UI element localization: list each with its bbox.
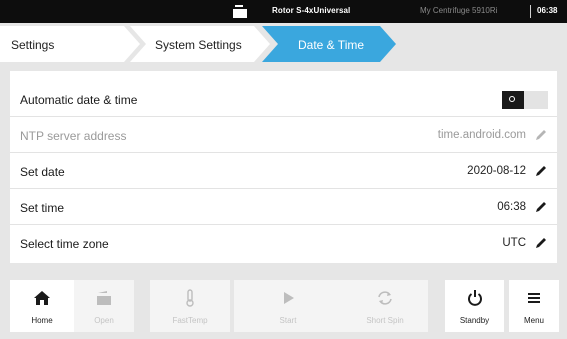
standby-label: Standby bbox=[459, 316, 490, 325]
status-divider bbox=[530, 5, 531, 18]
automatic-date-time-toggle[interactable] bbox=[502, 91, 548, 109]
set-time-label: Set time bbox=[20, 201, 65, 215]
home-label: Home bbox=[31, 316, 53, 325]
breadcrumb-date-time: Date & Time bbox=[298, 38, 365, 52]
edit-pencil-icon[interactable] bbox=[534, 164, 548, 178]
select-time-zone-label: Select time zone bbox=[20, 237, 109, 251]
open-label: Open bbox=[94, 316, 114, 325]
short-spin-label: Short Spin bbox=[366, 316, 404, 325]
breadcrumb: Settings System Settings Date & Time bbox=[0, 23, 567, 64]
open-button[interactable]: Open bbox=[74, 280, 134, 332]
bottom-toolbar: Home Open FastTemp Start Short Spin Stan… bbox=[0, 270, 567, 339]
lid-icon bbox=[233, 5, 247, 18]
menu-label: Menu bbox=[523, 316, 544, 325]
clock: 06:38 bbox=[537, 6, 558, 15]
refresh-icon bbox=[378, 291, 392, 305]
toggle-knob bbox=[502, 91, 524, 109]
lid-open-icon bbox=[97, 291, 111, 305]
automatic-date-time-row: Automatic date & time bbox=[10, 81, 557, 117]
fasttemp-button[interactable]: FastTemp bbox=[150, 280, 230, 332]
rotor-name: Rotor S-4xUniversal bbox=[272, 6, 351, 15]
automatic-date-time-label: Automatic date & time bbox=[20, 93, 138, 107]
status-bar: Rotor S-4xUniversal My Centrifuge 5910Ri… bbox=[0, 0, 567, 23]
breadcrumb-settings[interactable]: Settings bbox=[11, 38, 54, 52]
edit-pencil-icon[interactable] bbox=[534, 236, 548, 250]
date-time-settings-panel: Automatic date & time NTP server address… bbox=[10, 71, 557, 263]
home-icon bbox=[34, 291, 50, 305]
device-name: My Centrifuge 5910Ri bbox=[420, 6, 498, 15]
fasttemp-label: FastTemp bbox=[172, 316, 208, 325]
set-time-value: 06:38 bbox=[497, 201, 526, 213]
set-date-row[interactable]: Set date 2020-08-12 bbox=[10, 153, 557, 189]
start-label: Start bbox=[279, 316, 297, 325]
set-date-label: Set date bbox=[20, 165, 65, 179]
ntp-server-value: time.android.com bbox=[437, 129, 526, 141]
play-icon bbox=[284, 292, 294, 304]
start-button[interactable]: Start bbox=[234, 280, 342, 332]
home-button[interactable]: Home bbox=[10, 280, 74, 332]
time-zone-value: UTC bbox=[502, 237, 526, 249]
thermometer-icon bbox=[186, 289, 194, 307]
edit-pencil-icon bbox=[536, 130, 546, 140]
select-time-zone-row[interactable]: Select time zone UTC bbox=[10, 225, 557, 261]
hamburger-menu-icon bbox=[528, 293, 540, 303]
ntp-server-label: NTP server address bbox=[20, 129, 127, 143]
set-time-row[interactable]: Set time 06:38 bbox=[10, 189, 557, 225]
set-date-value: 2020-08-12 bbox=[467, 165, 526, 177]
ntp-server-row: NTP server address time.android.com bbox=[10, 117, 557, 153]
short-spin-button[interactable]: Short Spin bbox=[342, 280, 428, 332]
standby-button[interactable]: Standby bbox=[445, 280, 504, 332]
breadcrumb-system-settings[interactable]: System Settings bbox=[155, 38, 242, 52]
power-icon bbox=[467, 290, 482, 306]
menu-button[interactable]: Menu bbox=[509, 280, 559, 332]
edit-pencil-icon[interactable] bbox=[534, 200, 548, 214]
